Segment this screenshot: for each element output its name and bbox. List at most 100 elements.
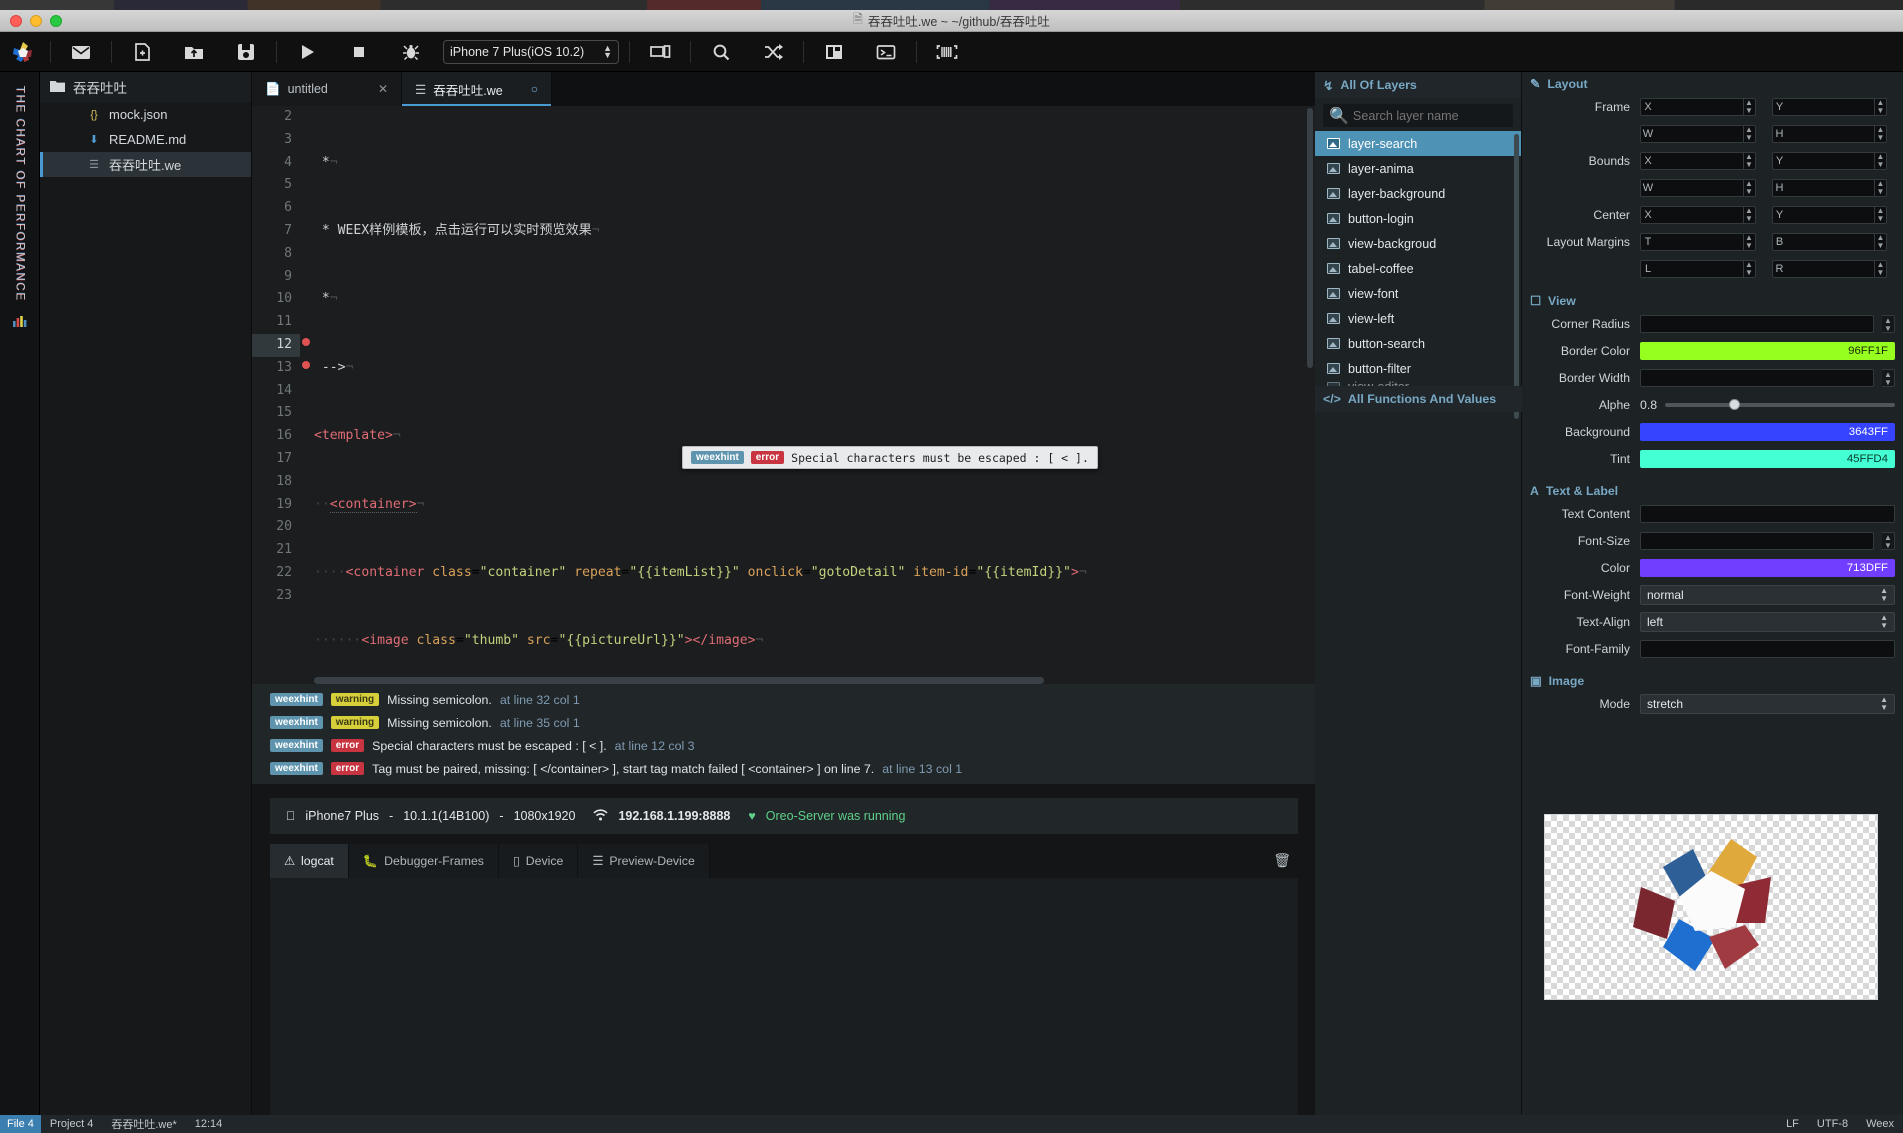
text-align-select[interactable]: left ▲ ▼: [1640, 612, 1895, 632]
functions-panel-header[interactable]: </> All Functions And Values: [1315, 386, 1522, 412]
center-x-field[interactable]: X ▲ ▼: [1640, 206, 1756, 224]
bar-chart-icon[interactable]: [12, 314, 28, 331]
bounds-h-field[interactable]: H ▲ ▼: [1771, 179, 1887, 197]
run-icon[interactable]: [281, 32, 333, 72]
corner-radius-field[interactable]: [1640, 315, 1874, 333]
stepper-arrows-icon[interactable]: ▲ ▼: [1742, 207, 1755, 223]
oreo-logo-icon[interactable]: [0, 39, 46, 65]
stepper-arrows-icon[interactable]: ▲ ▼: [1742, 234, 1755, 250]
stepper-arrows-icon[interactable]: ▲ ▼: [1742, 180, 1755, 196]
editor-tab-untitled[interactable]: 📄 untitled ✕: [252, 72, 402, 106]
bounds-w-field[interactable]: W ▲ ▼: [1640, 179, 1756, 197]
status-line-ending[interactable]: LF: [1777, 1118, 1808, 1130]
font-weight-select[interactable]: normal ▲ ▼: [1640, 585, 1895, 605]
file-row-weex[interactable]: ☰ 吞吞吐吐.we: [40, 152, 251, 177]
status-file-badge[interactable]: File 4: [0, 1115, 41, 1133]
font-size-field[interactable]: [1640, 532, 1874, 550]
margin-top-field[interactable]: T ▲ ▼: [1640, 233, 1756, 251]
image-mode-select[interactable]: stretch ▲ ▼: [1640, 694, 1895, 714]
tab-device[interactable]: ▯ Device: [498, 844, 579, 878]
problem-row[interactable]: weexhint error Special characters must b…: [252, 734, 1315, 757]
error-marker-dot[interactable]: [302, 338, 310, 346]
status-encoding[interactable]: UTF-8: [1808, 1118, 1857, 1130]
border-color-swatch[interactable]: 96FF1F: [1640, 342, 1895, 360]
problem-row[interactable]: weexhint error Tag must be paired, missi…: [252, 757, 1315, 780]
tab-preview-device[interactable]: ☰ Preview-Device: [578, 844, 710, 878]
tab-logcat[interactable]: ⚠ logcat: [270, 844, 349, 878]
stepper-arrows-icon[interactable]: ▲ ▼: [1874, 153, 1886, 169]
tab-debugger-frames[interactable]: 🐛 Debugger-Frames: [348, 844, 499, 878]
margin-left-field[interactable]: L ▲ ▼: [1640, 260, 1756, 278]
problem-row[interactable]: weexhint warning Missing semicolon. at l…: [252, 688, 1315, 711]
bounds-x-field[interactable]: X ▲ ▼: [1640, 152, 1756, 170]
stop-icon[interactable]: [333, 32, 385, 72]
file-row-mock-json[interactable]: {} mock.json: [40, 102, 251, 127]
code-editor[interactable]: 2 3 4 5 6 7 8 9 10 11 12 13 14 15 16 17 …: [252, 106, 1315, 684]
shuffle-icon[interactable]: [747, 32, 799, 72]
stepper-arrows-icon[interactable]: ▲ ▼: [1742, 99, 1755, 115]
device-selector[interactable]: iPhone 7 Plus(iOS 10.2) ▲ ▼: [443, 39, 619, 64]
frame-w-field[interactable]: W ▲ ▼: [1640, 125, 1756, 143]
image-preview[interactable]: [1544, 814, 1878, 1000]
frame-x-field[interactable]: X ▲ ▼: [1640, 98, 1756, 116]
file-row-readme-md[interactable]: ⬇ README.md: [40, 127, 251, 152]
stepper-arrows-icon[interactable]: ▲ ▼: [1874, 261, 1886, 277]
trash-icon[interactable]: 🗑: [1273, 852, 1291, 869]
text-color-swatch[interactable]: 713DFF: [1640, 559, 1895, 577]
terminal-icon[interactable]: [860, 32, 912, 72]
text-content-field[interactable]: [1640, 505, 1895, 523]
search-icon[interactable]: [695, 32, 747, 72]
border-width-field[interactable]: [1640, 369, 1874, 387]
layer-item-layer-search[interactable]: layer-search: [1315, 131, 1521, 156]
modified-dot-icon[interactable]: ○: [531, 82, 538, 96]
font-family-field[interactable]: [1640, 640, 1895, 658]
stepper-arrows-icon[interactable]: ▲ ▼: [1874, 126, 1886, 142]
editor-tab-weex[interactable]: ☰ 吞吞吐吐.we ○: [402, 72, 552, 106]
horizontal-scrollbar[interactable]: [314, 677, 1044, 684]
frame-h-field[interactable]: H ▲ ▼: [1771, 125, 1887, 143]
layer-item-layer-background[interactable]: layer-background: [1315, 181, 1521, 206]
stepper-arrows-icon[interactable]: ▲ ▼: [1882, 532, 1895, 550]
alpha-slider[interactable]: [1665, 399, 1895, 410]
stepper-arrows-icon[interactable]: ▲ ▼: [1742, 153, 1755, 169]
tint-color-swatch[interactable]: 45FFD4: [1640, 450, 1895, 468]
stepper-arrows-icon[interactable]: ▲ ▼: [1882, 315, 1895, 333]
stepper-arrows-icon[interactable]: ▲ ▼: [1882, 369, 1895, 387]
file-tree-root[interactable]: 吞吞吐吐: [40, 72, 251, 102]
status-language[interactable]: Weex: [1857, 1118, 1903, 1130]
stepper-arrows-icon[interactable]: ▲ ▼: [1874, 234, 1886, 250]
layout-panel-icon[interactable]: [808, 32, 860, 72]
status-project[interactable]: Project 4: [41, 1118, 102, 1130]
upload-folder-icon[interactable]: [168, 32, 220, 72]
margin-bottom-field[interactable]: B ▲ ▼: [1771, 233, 1887, 251]
error-marker-dot[interactable]: [302, 361, 310, 369]
save-icon[interactable]: [220, 32, 272, 72]
stepper-arrows-icon[interactable]: ▲ ▼: [1874, 180, 1886, 196]
device-preview-icon[interactable]: [634, 32, 686, 72]
vertical-scrollbar[interactable]: [1307, 108, 1313, 368]
stepper-arrows-icon[interactable]: ▲ ▼: [1742, 126, 1755, 142]
layer-item-layer-anima[interactable]: layer-anima: [1315, 156, 1521, 181]
stepper-arrows-icon[interactable]: ▲ ▼: [1874, 99, 1886, 115]
stepper-arrows-icon[interactable]: ▲ ▼: [1874, 207, 1886, 223]
problem-row[interactable]: weexhint warning Missing semicolon. at l…: [252, 711, 1315, 734]
margin-right-field[interactable]: R ▲ ▼: [1771, 260, 1887, 278]
frame-y-field[interactable]: Y ▲ ▼: [1771, 98, 1887, 116]
debug-bug-icon[interactable]: [385, 32, 437, 72]
layer-item-button-filter[interactable]: button-filter: [1315, 356, 1521, 381]
new-file-icon[interactable]: [116, 32, 168, 72]
mail-icon[interactable]: [55, 32, 107, 72]
center-y-field[interactable]: Y ▲ ▼: [1771, 206, 1887, 224]
close-tab-icon[interactable]: ✕: [378, 82, 388, 96]
layer-item-button-search[interactable]: button-search: [1315, 331, 1521, 356]
layer-search-input[interactable]: [1352, 108, 1515, 123]
layer-item-view-backgroud[interactable]: view-backgroud: [1315, 231, 1521, 256]
layer-item-tabel-coffee[interactable]: tabel-coffee: [1315, 256, 1521, 281]
layer-item-button-login[interactable]: button-login: [1315, 206, 1521, 231]
background-color-swatch[interactable]: 3643FF: [1640, 423, 1895, 441]
error-marker-column[interactable]: [300, 106, 314, 684]
qrcode-scan-icon[interactable]: [921, 32, 973, 72]
layer-item-view-left[interactable]: view-left: [1315, 306, 1521, 331]
logcat-output-area[interactable]: [270, 878, 1298, 1133]
alpha-slider-knob[interactable]: [1729, 399, 1741, 410]
